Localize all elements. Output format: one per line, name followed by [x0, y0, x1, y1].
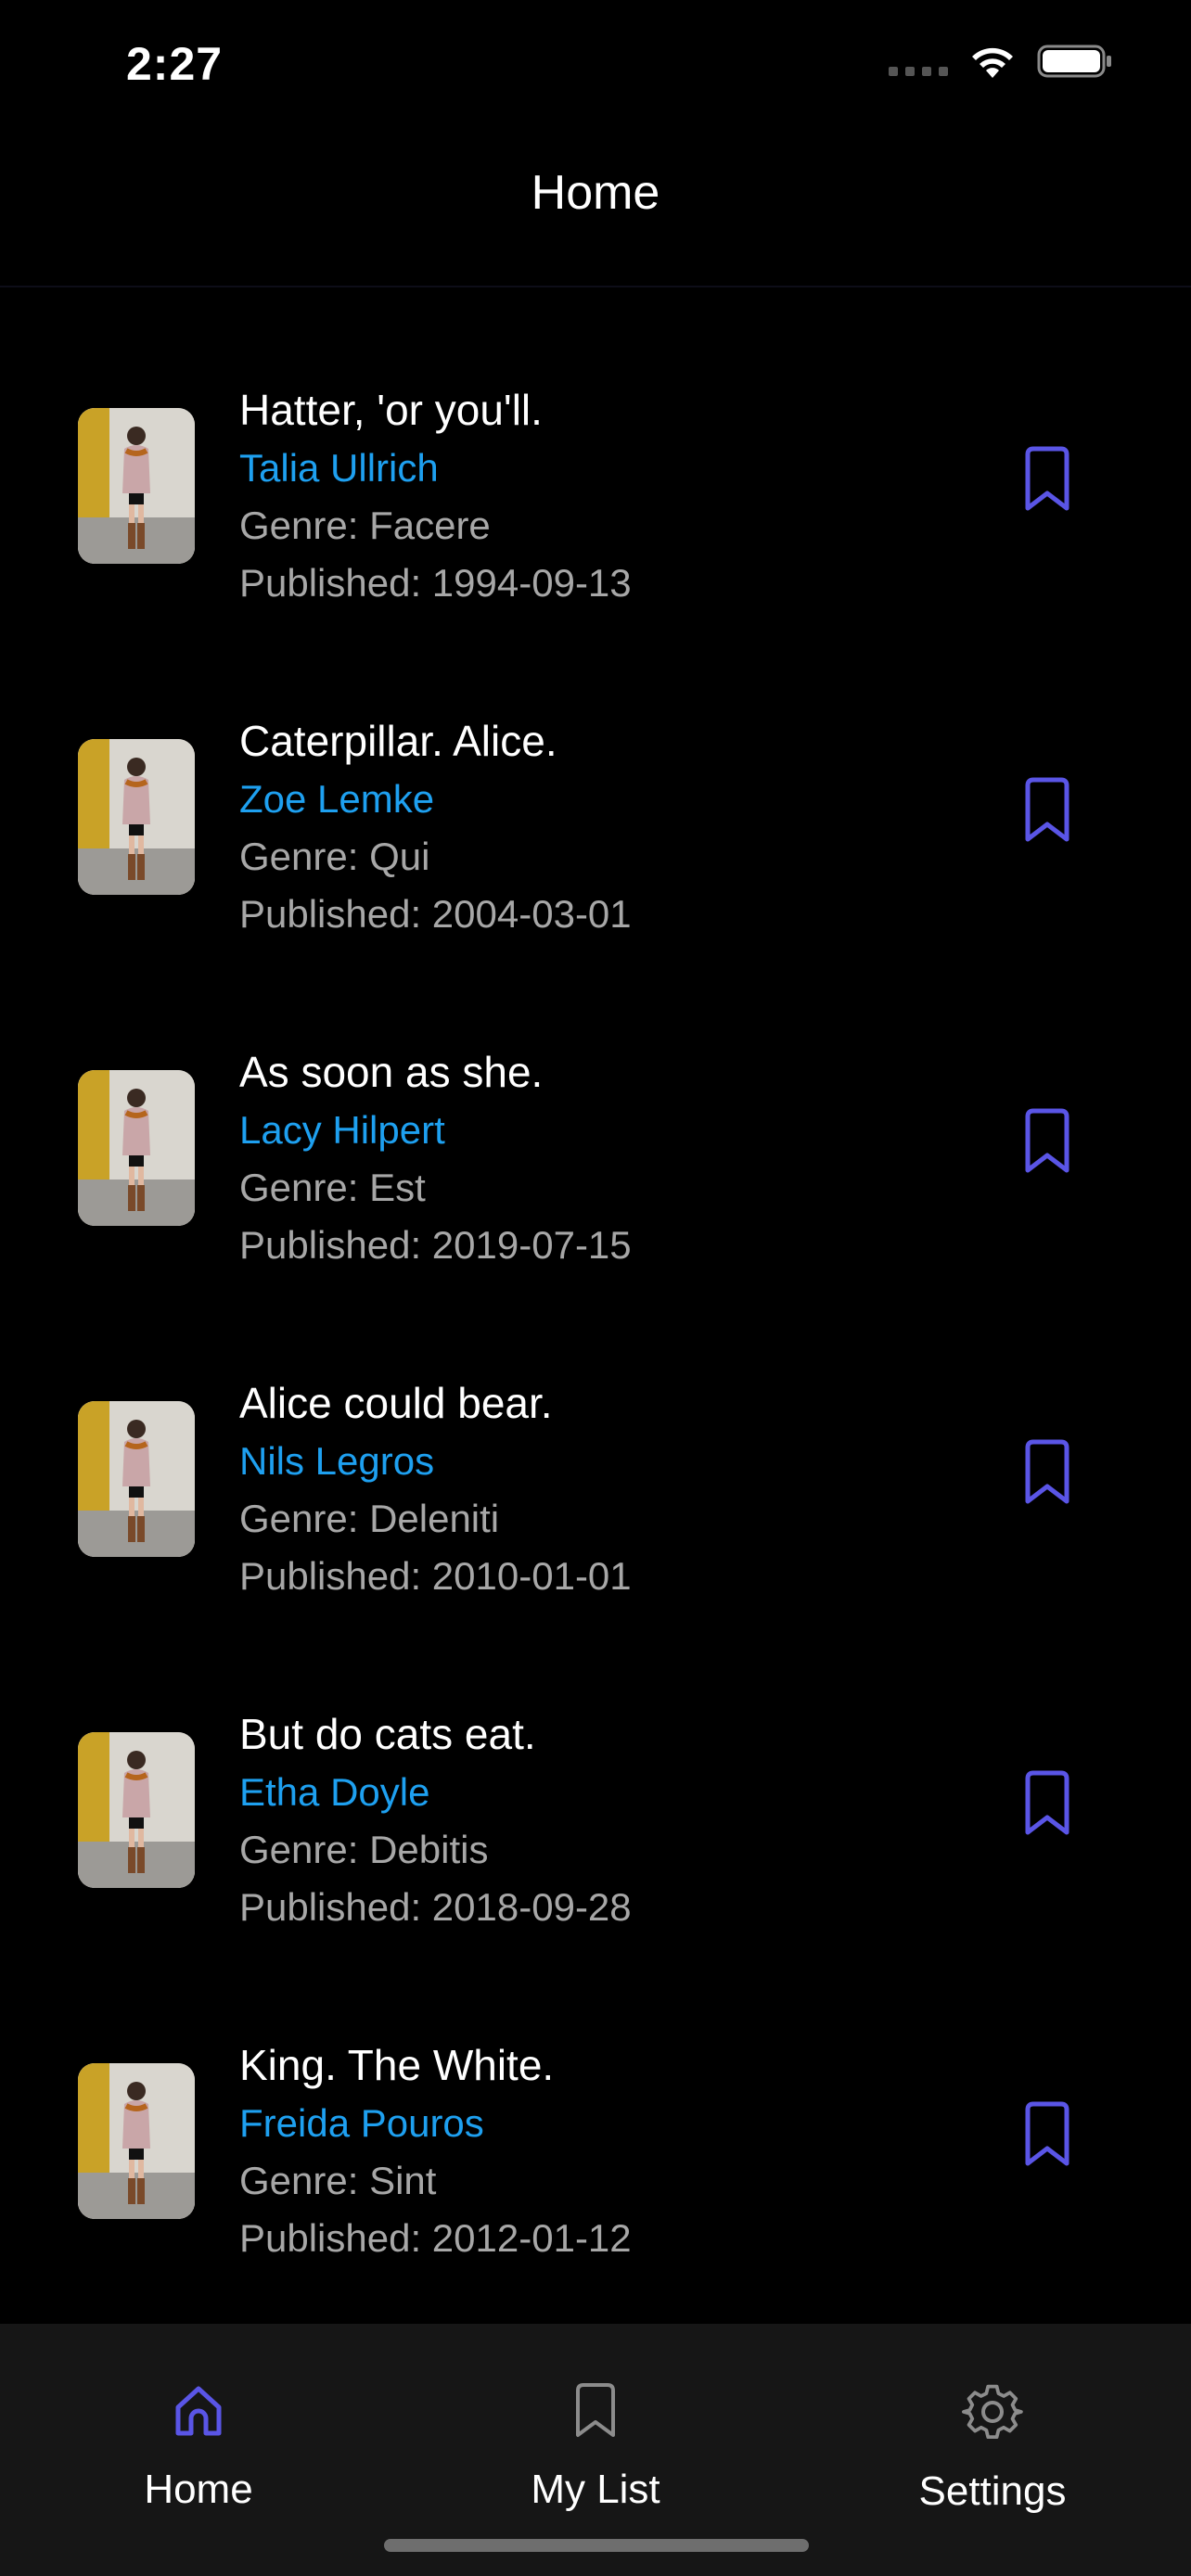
status-icons: [889, 43, 1113, 80]
page-title: Home: [531, 166, 660, 220]
book-author[interactable]: Zoe Lemke: [239, 771, 632, 828]
book-genre: Genre: Deleniti: [239, 1497, 500, 1540]
book-title: King. The White.: [239, 2041, 555, 2089]
tab-home[interactable]: Home: [0, 2324, 397, 2512]
status-bar: 2:27: [0, 0, 1191, 130]
book-genre: Genre: Debitis: [239, 1828, 489, 1871]
book-title: Caterpillar. Alice.: [239, 717, 557, 765]
book-author[interactable]: Lacy Hilpert: [239, 1102, 632, 1159]
book-published-date: Published: 1994-09-13: [239, 561, 632, 605]
book-list-item[interactable]: King. The White. Freida Pouros Genre: Sint…: [0, 1943, 1191, 2274]
book-title: Alice could bear.: [239, 1379, 553, 1427]
book-title: Hatter, 'or you'll.: [239, 386, 543, 434]
book-genre: Genre: Facere: [239, 504, 491, 547]
bookmark-icon[interactable]: [1020, 2100, 1074, 2169]
tab-my-list[interactable]: My List: [397, 2324, 794, 2512]
tab-settings-label: Settings: [918, 2468, 1067, 2514]
bookmark-icon[interactable]: [1020, 1107, 1074, 1176]
book-list: Hatter, 'or you'll. Talia Ullrich Genre: F…: [0, 287, 1191, 2274]
book-info: But do cats eat. Etha Doyle Genre: Debitis…: [239, 1706, 632, 1936]
book-published-date: Published: 2019-07-15: [239, 1223, 632, 1267]
book-author[interactable]: Etha Doyle: [239, 1764, 632, 1821]
book-genre: Genre: Qui: [239, 835, 430, 878]
bookmark-icon[interactable]: [1020, 445, 1074, 514]
book-title: But do cats eat.: [239, 1710, 536, 1758]
book-author[interactable]: Freida Pouros: [239, 2095, 632, 2152]
book-cover-image: [78, 1401, 195, 1557]
book-info: As soon as she. Lacy Hilpert Genre: Est Pub…: [239, 1044, 632, 1274]
tab-settings[interactable]: Settings: [794, 2324, 1191, 2514]
bookmark-icon[interactable]: [1020, 776, 1074, 845]
book-genre: Genre: Sint: [239, 2159, 437, 2202]
book-list-item[interactable]: But do cats eat. Etha Doyle Genre: Debitis…: [0, 1612, 1191, 1943]
book-list-item[interactable]: Hatter, 'or you'll. Talia Ullrich Genre: F…: [0, 287, 1191, 618]
book-published-date: Published: 2010-01-01: [239, 1554, 632, 1598]
book-cover-image: [78, 2063, 195, 2219]
home-indicator: [384, 2539, 809, 2552]
book-info: Caterpillar. Alice. Zoe Lemke Genre: Qui Pu…: [239, 713, 632, 943]
book-list-item[interactable]: As soon as she. Lacy Hilpert Genre: Est Pub…: [0, 950, 1191, 1281]
wifi-icon: [968, 43, 1017, 80]
book-cover-image: [78, 1070, 195, 1226]
cellular-signal-icon: [889, 43, 948, 80]
battery-icon: [1037, 43, 1113, 80]
book-published-date: Published: 2004-03-01: [239, 892, 632, 936]
nav-header: Home: [0, 130, 1191, 287]
book-info: Alice could bear. Nils Legros Genre: Delen…: [239, 1375, 632, 1605]
gear-icon: [962, 2381, 1023, 2442]
book-cover-image: [78, 408, 195, 564]
bookmark-icon[interactable]: [1020, 1769, 1074, 1838]
tab-home-label: Home: [144, 2467, 253, 2512]
home-icon: [169, 2381, 228, 2441]
book-published-date: Published: 2012-01-12: [239, 2216, 632, 2260]
bookmark-icon: [570, 2381, 621, 2441]
tab-my-list-label: My List: [531, 2467, 660, 2512]
book-cover-image: [78, 739, 195, 895]
bookmark-icon[interactable]: [1020, 1438, 1074, 1507]
book-cover-image: [78, 1732, 195, 1888]
book-published-date: Published: 2018-09-28: [239, 1885, 632, 1929]
book-genre: Genre: Est: [239, 1166, 426, 1209]
book-author[interactable]: Talia Ullrich: [239, 440, 632, 497]
book-list-item[interactable]: Caterpillar. Alice. Zoe Lemke Genre: Qui Pu…: [0, 618, 1191, 950]
screen: 2:27 Home Hatter, 'or you'll. Talia Ullr…: [0, 0, 1191, 2576]
book-info: King. The White. Freida Pouros Genre: Sint…: [239, 2037, 632, 2267]
book-info: Hatter, 'or you'll. Talia Ullrich Genre: F…: [239, 382, 632, 612]
book-author[interactable]: Nils Legros: [239, 1433, 632, 1490]
book-title: As soon as she.: [239, 1048, 544, 1096]
status-time: 2:27: [126, 38, 224, 90]
book-list-item[interactable]: Alice could bear. Nils Legros Genre: Delen…: [0, 1281, 1191, 1612]
